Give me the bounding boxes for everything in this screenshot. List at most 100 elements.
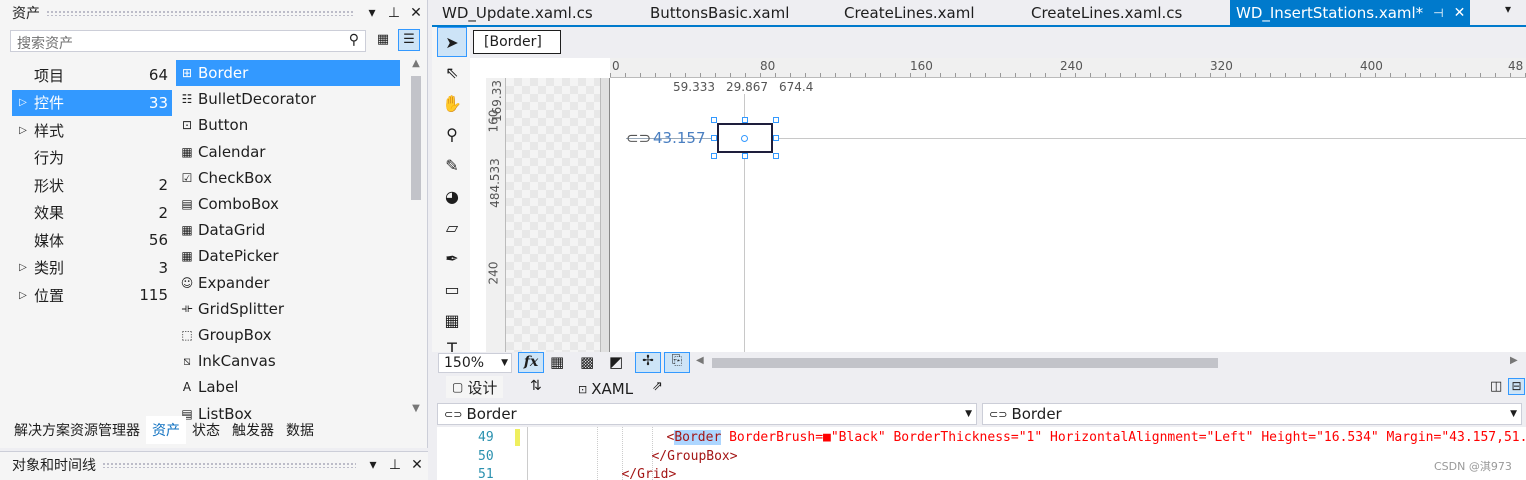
- category-item[interactable]: 效果 2: [12, 200, 172, 226]
- pin-icon[interactable]: ⊥: [383, 5, 405, 21]
- control-item[interactable]: ▤ ComboBox: [176, 191, 400, 217]
- panel-tab[interactable]: 资产: [146, 416, 186, 444]
- category-item[interactable]: 媒体 56: [12, 227, 172, 253]
- dropdown-icon[interactable]: ▾: [362, 457, 384, 473]
- direct-select-tool-icon[interactable]: ⇖: [437, 58, 467, 88]
- resize-handle[interactable]: [742, 153, 748, 159]
- close-icon[interactable]: ✕: [406, 457, 428, 473]
- control-item[interactable]: ⊞ Border: [176, 60, 400, 86]
- control-item[interactable]: ▦ DataGrid: [176, 217, 400, 243]
- control-item[interactable]: ☺ Expander: [176, 270, 400, 296]
- code-line[interactable]: 50 </GroupBox>: [478, 449, 738, 464]
- category-item[interactable]: 行为: [12, 145, 172, 171]
- search-icon[interactable]: ⚲: [349, 32, 359, 48]
- code-line[interactable]: 49 <Border BorderBrush=■"Black" BorderTh…: [478, 430, 1526, 445]
- category-item[interactable]: 项目 64: [12, 62, 172, 88]
- doc-tab[interactable]: ButtonsBasic.xaml: [642, 0, 832, 25]
- control-item[interactable]: ☑ CheckBox: [176, 165, 400, 191]
- expand-arrow-icon[interactable]: ▷: [12, 262, 34, 273]
- category-item[interactable]: ▷ 位置 115: [12, 282, 172, 308]
- snap-lines-icon[interactable]: ✢: [635, 352, 661, 373]
- fx-button[interactable]: fx: [518, 352, 544, 373]
- control-item[interactable]: ▦ DatePicker: [176, 243, 400, 269]
- panel-tab[interactable]: 数据: [280, 420, 320, 440]
- element-selector-left[interactable]: ⊂⊃ Border ▼: [437, 403, 977, 425]
- category-item[interactable]: 形状 2: [12, 172, 172, 198]
- list-view-icon[interactable]: ☰: [398, 29, 420, 51]
- expand-arrow-icon[interactable]: ▷: [12, 97, 34, 108]
- checker-bg-icon[interactable]: ◩: [609, 353, 623, 371]
- category-item[interactable]: ▷ 控件 33: [12, 89, 172, 116]
- pan-tool-icon[interactable]: ✋: [437, 89, 467, 119]
- scroll-down-icon[interactable]: ▼: [407, 403, 425, 414]
- resize-handle[interactable]: [773, 135, 779, 141]
- hscroll-thumb[interactable]: [712, 358, 1218, 368]
- resize-handle[interactable]: [711, 153, 717, 159]
- text-tool-icon[interactable]: T: [437, 334, 467, 352]
- doc-tab[interactable]: WD_Update.xaml.cs: [434, 0, 634, 25]
- doc-tab[interactable]: CreateLines.xaml.cs: [1023, 0, 1223, 25]
- resize-handle[interactable]: [711, 135, 717, 141]
- center-point-icon[interactable]: [741, 135, 748, 142]
- scroll-thumb[interactable]: [411, 76, 421, 200]
- link-icon[interactable]: ⊂⊃: [626, 129, 651, 147]
- design-tab[interactable]: ▢ 设计: [446, 376, 504, 398]
- panel-tab[interactable]: 触发器: [226, 420, 280, 440]
- xaml-tab[interactable]: ⊡ XAML: [578, 378, 633, 400]
- search-assets-input[interactable]: 搜索资产 ⚲: [10, 30, 366, 52]
- hscroll-left-icon[interactable]: ◀: [696, 355, 704, 366]
- doc-tab-active[interactable]: WD_InsertStations.xaml* ⊣ ✕: [1230, 0, 1470, 25]
- category-item[interactable]: ▷ 样式: [12, 117, 172, 143]
- scroll-up-icon[interactable]: ▲: [407, 58, 425, 69]
- resize-handle[interactable]: [711, 117, 717, 123]
- vertical-split-icon[interactable]: ◫: [1490, 379, 1502, 394]
- panel-tab[interactable]: 状态: [186, 420, 226, 440]
- control-item[interactable]: ☷ BulletDecorator: [176, 86, 400, 112]
- selection-tool-icon[interactable]: ➤: [437, 27, 467, 57]
- zoom-select[interactable]: 150% ▼: [438, 353, 512, 373]
- control-item[interactable]: ⊡ Button: [176, 112, 400, 138]
- popout-icon[interactable]: ⇗: [652, 379, 663, 394]
- panel-tab[interactable]: 解决方案资源管理器: [8, 420, 146, 440]
- margin-value[interactable]: 43.157: [653, 129, 706, 147]
- snap-grid-icon[interactable]: ▩: [580, 353, 594, 371]
- resize-handle[interactable]: [742, 117, 748, 123]
- resize-handle[interactable]: [773, 117, 779, 123]
- element-selector-right[interactable]: ⊂⊃ Border ▼: [982, 403, 1522, 425]
- grid-view-icon[interactable]: ▦: [372, 29, 394, 51]
- rectangle-tool-icon[interactable]: ▭: [437, 275, 467, 305]
- close-icon[interactable]: ✕: [405, 5, 427, 21]
- preview-icon[interactable]: ⎘: [664, 352, 690, 373]
- artboard[interactable]: 0 80 160 240 320 400 48 160 240 169.33 4…: [470, 58, 1526, 353]
- pin-tab-icon[interactable]: ⊣: [1433, 6, 1443, 20]
- code-line[interactable]: 51 </Grid>: [478, 467, 676, 480]
- expand-arrow-icon[interactable]: ▷: [12, 125, 34, 136]
- panel-grip[interactable]: [102, 462, 356, 468]
- swap-views-icon[interactable]: ⇅: [530, 378, 542, 394]
- breadcrumb[interactable]: [Border]: [473, 30, 561, 54]
- panel-grip[interactable]: [46, 10, 355, 16]
- control-item[interactable]: ⬚ GroupBox: [176, 322, 400, 348]
- eraser-tool-icon[interactable]: ▱: [437, 213, 467, 243]
- pin-icon[interactable]: ⊥: [384, 457, 406, 473]
- assets-scrollbar[interactable]: ▲ ▼: [407, 58, 425, 414]
- paint-bucket-tool-icon[interactable]: ◕: [437, 182, 467, 212]
- show-grid-icon[interactable]: ▦: [550, 353, 564, 371]
- dropdown-icon[interactable]: ▾: [361, 5, 383, 21]
- hscroll-right-icon[interactable]: ▶: [1510, 355, 1518, 366]
- control-item[interactable]: ⧅ InkCanvas: [176, 348, 400, 374]
- category-item[interactable]: ▷ 类别 3: [12, 255, 172, 281]
- resize-handle[interactable]: [773, 153, 779, 159]
- horizontal-split-icon[interactable]: ⊟: [1508, 378, 1525, 395]
- eyedropper-tool-icon[interactable]: ✎: [437, 151, 467, 181]
- control-item[interactable]: ⟛ GridSplitter: [176, 296, 400, 322]
- close-tab-icon[interactable]: ✕: [1454, 5, 1466, 21]
- zoom-tool-icon[interactable]: ⚲: [437, 120, 467, 150]
- grid-tool-icon[interactable]: ▦: [437, 306, 467, 336]
- doc-tab[interactable]: CreateLines.xaml: [836, 0, 1016, 25]
- pen-tool-icon[interactable]: ✒: [437, 244, 467, 274]
- tab-overflow-icon[interactable]: ▾: [1505, 2, 1511, 16]
- expand-arrow-icon[interactable]: ▷: [12, 290, 34, 301]
- control-item[interactable]: ▦ Calendar: [176, 139, 400, 165]
- control-item[interactable]: A Label: [176, 374, 400, 400]
